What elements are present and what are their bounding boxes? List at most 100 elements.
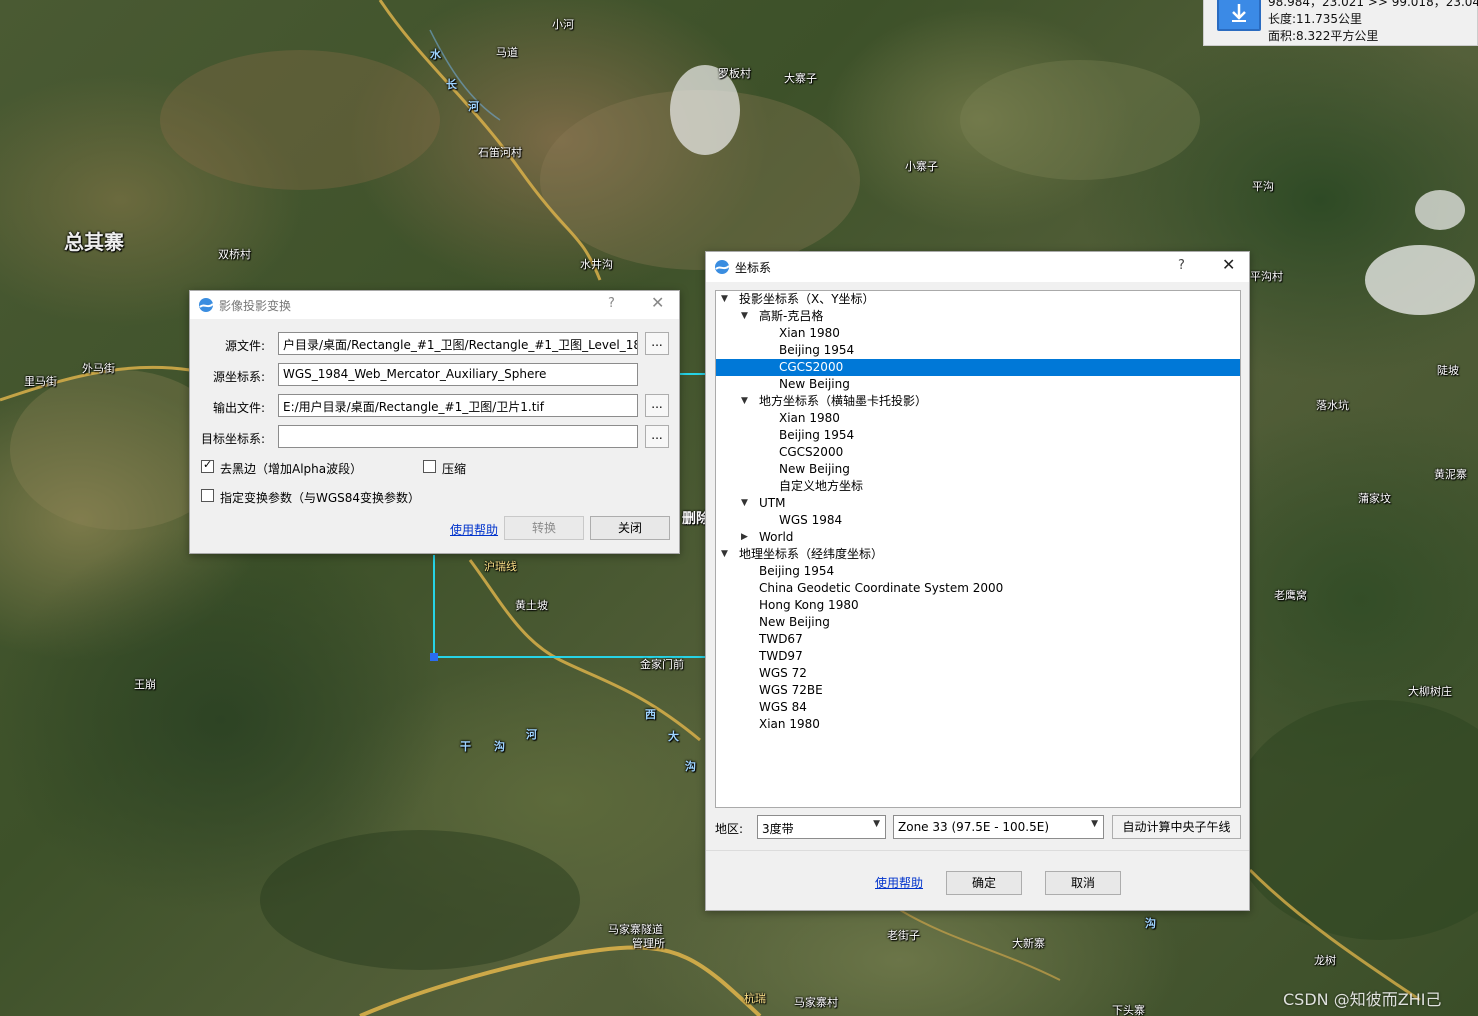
river-label: 长	[446, 78, 457, 91]
tree-item-label: World	[759, 530, 794, 544]
tree-item-label: TWD97	[759, 649, 803, 663]
expand-arrow-icon[interactable]: ▼	[741, 495, 751, 512]
browse-source-button[interactable]: ...	[645, 332, 669, 355]
help-link[interactable]: 使用帮助	[450, 521, 498, 538]
source-file-field[interactable]: 户目录/桌面/Rectangle_#1_卫图/Rectangle_#1_卫图_L…	[278, 332, 638, 355]
tree-item[interactable]: TWD67	[716, 631, 1240, 648]
browse-output-button[interactable]: ...	[645, 394, 669, 417]
remove-black-checkbox[interactable]	[201, 458, 214, 473]
tree-item[interactable]: WGS 1984	[716, 512, 1240, 529]
tree-item[interactable]: CGCS2000	[716, 359, 1240, 376]
place-label: 双桥村	[218, 248, 251, 261]
road-label: 沪瑞线	[484, 560, 517, 573]
tree-item-label: 自定义地方坐标	[779, 479, 864, 493]
expand-arrow-icon[interactable]: ▼	[721, 546, 731, 563]
zone-type-select[interactable]: 3度带 ▼	[757, 815, 886, 839]
tree-item-label: WGS 1984	[779, 513, 843, 527]
transform-params-checkbox[interactable]	[201, 489, 214, 502]
tree-item[interactable]: Xian 1980	[716, 410, 1240, 427]
tree-item[interactable]: WGS 84	[716, 699, 1240, 716]
place-label: 石笛河村	[478, 146, 522, 159]
tree-item[interactable]: Beijing 1954	[716, 563, 1240, 580]
tree-item[interactable]: ▼ 高斯-克吕格	[716, 308, 1240, 325]
tree-item-label: 地理坐标系（经纬度坐标）	[739, 547, 884, 561]
place-label: 大柳树庄	[1408, 685, 1452, 698]
tree-item[interactable]: ▼ UTM	[716, 495, 1240, 512]
close-icon[interactable]: ✕	[1222, 255, 1235, 274]
tree-item[interactable]: New Beijing	[716, 461, 1240, 478]
river-label: 河	[468, 100, 479, 113]
tree-item[interactable]: Beijing 1954	[716, 427, 1240, 444]
place-label: 金家门前	[640, 658, 684, 671]
place-label: 马道	[496, 46, 518, 59]
expand-arrow-icon[interactable]: ▼	[721, 291, 731, 308]
place-label: 罗板村	[718, 67, 751, 80]
river-label: 沟	[685, 760, 696, 773]
crs-tree[interactable]: ▼ 投影坐标系（X、Y坐标） ▼ 高斯-克吕格 Xian 1980 Beijing 195…	[715, 290, 1241, 808]
tree-item-label: Beijing 1954	[779, 428, 855, 442]
place-label: 平沟	[1252, 180, 1274, 193]
help-button[interactable]: ?	[608, 296, 615, 311]
zone-select[interactable]: Zone 33 (97.5E - 100.5E) ▼	[893, 815, 1104, 839]
close-icon[interactable]: ✕	[651, 293, 664, 312]
place-label: 老鹰窝	[1274, 589, 1307, 602]
expand-arrow-icon[interactable]: ▼	[741, 393, 751, 410]
convert-button[interactable]: 转换	[504, 516, 584, 540]
projection-titlebar[interactable]: 影像投影变换 ? ✕	[190, 291, 679, 319]
tree-item[interactable]: WGS 72BE	[716, 682, 1240, 699]
tree-item-label: 地方坐标系（横轴墨卡托投影）	[759, 394, 928, 408]
browse-target-crs-button[interactable]: ...	[645, 425, 669, 448]
ok-button[interactable]: 确定	[946, 871, 1022, 895]
tree-item[interactable]: ▼ 投影坐标系（X、Y坐标）	[716, 291, 1240, 308]
tree-item[interactable]: ▼ 地理坐标系（经纬度坐标）	[716, 546, 1240, 563]
place-label: 小寨子	[905, 160, 938, 173]
place-label: 大新寨	[1012, 937, 1045, 950]
measurement-area: 面积:8.322平方公里	[1268, 29, 1379, 43]
river-label: 沟	[1145, 917, 1156, 930]
river-label: 水	[430, 48, 441, 61]
cancel-button[interactable]: 取消	[1045, 871, 1121, 895]
tree-item[interactable]: New Beijing	[716, 614, 1240, 631]
tree-item-label: Xian 1980	[759, 717, 820, 731]
tree-item[interactable]: Hong Kong 1980	[716, 597, 1240, 614]
tree-item[interactable]: CGCS2000	[716, 444, 1240, 461]
auto-calc-meridian-button[interactable]: 自动计算中央子午线	[1112, 815, 1241, 839]
tree-item-label: 高斯-克吕格	[759, 309, 824, 323]
river-label: 沟	[494, 740, 505, 753]
expand-arrow-icon[interactable]: ▼	[741, 308, 751, 325]
measurement-coords: 98.984，23.021 >> 99.018，23.043	[1268, 0, 1478, 9]
place-label: 王崩	[134, 678, 156, 691]
tree-item[interactable]: Beijing 1954	[716, 342, 1240, 359]
close-button[interactable]: 关闭	[590, 516, 670, 540]
compress-checkbox[interactable]	[423, 460, 436, 473]
tree-item[interactable]: WGS 72	[716, 665, 1240, 682]
tree-item-label: New Beijing	[759, 615, 830, 629]
tree-item[interactable]: TWD97	[716, 648, 1240, 665]
help-button[interactable]: ?	[1178, 258, 1185, 273]
source-crs-field[interactable]: WGS_1984_Web_Mercator_Auxiliary_Sphere	[278, 363, 638, 386]
tree-item-label: Beijing 1954	[779, 343, 855, 357]
download-icon[interactable]	[1217, 0, 1261, 31]
collapse-arrow-icon[interactable]: ▶	[741, 529, 751, 546]
zone-type-value: 3度带	[762, 822, 794, 836]
tree-item-label: 投影坐标系（X、Y坐标）	[739, 292, 875, 306]
tree-item[interactable]: ▶ World	[716, 529, 1240, 546]
divider	[706, 850, 1249, 851]
tree-item-label: New Beijing	[779, 462, 850, 476]
tree-item[interactable]: Xian 1980	[716, 716, 1240, 733]
place-label: 陡坡	[1437, 364, 1459, 377]
tree-item-label: WGS 72BE	[759, 683, 823, 697]
tree-item[interactable]: 自定义地方坐标	[716, 478, 1240, 495]
target-crs-field[interactable]	[278, 425, 638, 448]
tree-item-label: Beijing 1954	[759, 564, 835, 578]
tree-item[interactable]: ▼ 地方坐标系（横轴墨卡托投影）	[716, 393, 1240, 410]
tree-item[interactable]: Xian 1980	[716, 325, 1240, 342]
help-link[interactable]: 使用帮助	[875, 874, 923, 891]
chevron-down-icon: ▼	[873, 819, 880, 829]
source-crs-label: 源坐标系:	[213, 370, 266, 384]
output-file-field[interactable]: E:/用户目录/桌面/Rectangle_#1_卫图/卫片1.tif	[278, 394, 638, 417]
tree-item[interactable]: China Geodetic Coordinate System 2000	[716, 580, 1240, 597]
crs-titlebar[interactable]: 坐标系 ? ✕	[706, 252, 1249, 282]
tree-item[interactable]: New Beijing	[716, 376, 1240, 393]
place-label: 下头寨	[1112, 1004, 1145, 1016]
